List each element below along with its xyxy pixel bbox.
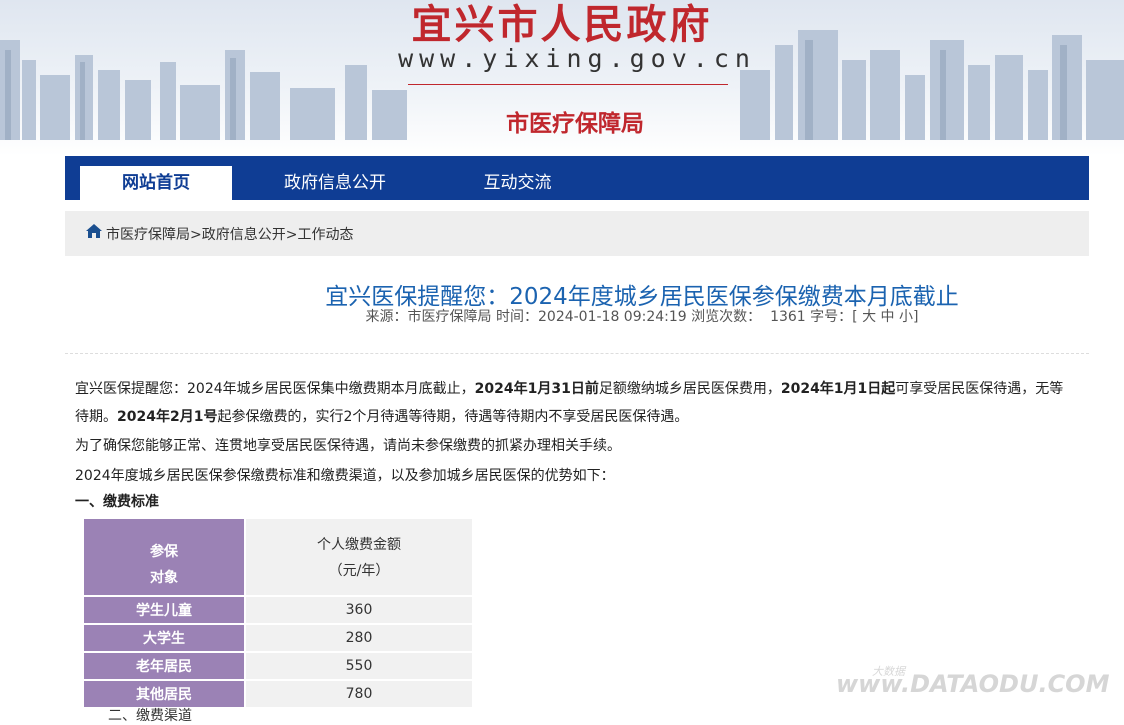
meta-views-label: 浏览次数：	[691, 309, 762, 325]
table-row: 其他居民 780	[82, 679, 474, 709]
header-amount: 个人缴费金额 （元/年）	[244, 517, 474, 597]
meta-time-label: 时间：	[496, 309, 538, 325]
meta-source: 市医疗保障局	[407, 309, 492, 325]
meta-views: 1361	[770, 309, 806, 325]
site-url: www.yixing.gov.cn	[398, 44, 756, 73]
font-size-large[interactable]: 大	[862, 309, 876, 325]
content-divider	[65, 353, 1089, 354]
row-label: 学生儿童	[82, 595, 246, 625]
breadcrumb-bar: 市医疗保障局>政府信息公开>工作动态	[65, 211, 1089, 256]
fee-table: 参保 对象 个人缴费金额 （元/年） 学生儿童 360 大学生 280 老年居民…	[82, 517, 474, 709]
row-label: 老年居民	[82, 651, 246, 681]
p1-text-c: 足额缴纳城乡居民医保费用，	[598, 381, 781, 397]
p1-date-feb: 2024年2月1号	[117, 409, 218, 425]
table-row: 学生儿童 360	[82, 595, 474, 625]
article-meta: 来源：市医疗保障局 时间：2024-01-18 09:24:19 浏览次数： 1…	[65, 306, 1124, 326]
header-insured-type: 参保 对象	[82, 517, 246, 597]
table-row: 大学生 280	[82, 623, 474, 653]
p1-text-g: 起参保缴费的，实行2个月待遇等待期，待遇等待期内不享受居民医保待遇。	[217, 409, 689, 425]
watermark-small-text: 大数据	[872, 665, 905, 678]
url-underline	[408, 84, 728, 85]
header-banner: 宜兴市人民政府 www.yixing.gov.cn 市医疗保障局	[0, 0, 1124, 156]
table-row: 老年居民 550	[82, 651, 474, 681]
paragraph-1: 宜兴医保提醒您：2024年城乡居民医保集中缴费期本月底截止，2024年1月31日…	[75, 375, 1075, 431]
row-value: 550	[244, 651, 474, 681]
paragraph-3: 2024年度城乡居民医保参保缴费标准和缴费渠道，以及参加城乡居民医保的优势如下：	[75, 468, 615, 484]
header-right-line2: （元/年）	[328, 563, 390, 579]
nav-home[interactable]: 网站首页	[80, 166, 232, 200]
row-value: 280	[244, 623, 474, 653]
site-title: 宜兴市人民政府	[411, 1, 713, 48]
nav-interaction[interactable]: 互动交流	[445, 166, 590, 200]
p1-date-start: 2024年1月1日起	[780, 381, 896, 397]
watermark: 大数据 www.DATAODU.COM	[836, 665, 1109, 698]
p1-text-a: 宜兴医保提醒您：2024年城乡居民医保集中缴费期本月底截止，	[75, 381, 475, 397]
table-header-row: 参保 对象 个人缴费金额 （元/年）	[82, 517, 474, 597]
main-nav: 网站首页 政府信息公开 互动交流	[65, 156, 1089, 200]
meta-time: 2024-01-18 09:24:19	[538, 309, 687, 325]
meta-font-label: 字号：	[810, 309, 853, 325]
font-size-small[interactable]: 小	[899, 309, 913, 325]
meta-source-label: 来源：	[365, 309, 408, 325]
department-name: 市医疗保障局	[506, 111, 644, 137]
font-size-medium[interactable]: 中	[881, 309, 895, 325]
header-left-line2: 对象	[150, 570, 178, 586]
header-right-line1: 个人缴费金额	[317, 537, 401, 553]
row-value: 780	[244, 679, 474, 709]
font-bracket-close: ]	[912, 309, 919, 325]
nav-gov-info[interactable]: 政府信息公开	[255, 166, 415, 200]
font-bracket-open: [	[852, 309, 858, 325]
p1-date-deadline: 2024年1月31日前	[474, 381, 599, 397]
next-section-heading-partial: 二、缴费渠道	[108, 708, 192, 724]
row-label: 大学生	[82, 623, 246, 653]
header-left-line1: 参保	[150, 544, 178, 560]
row-label: 其他居民	[82, 679, 246, 709]
section-heading-fee-standard: 一、缴费标准	[75, 494, 159, 510]
paragraph-2: 为了确保您能够正常、连贯地享受居民医保待遇，请尚未参保缴费的抓紧办理相关手续。	[75, 438, 621, 454]
breadcrumb[interactable]: 市医疗保障局>政府信息公开>工作动态	[106, 224, 353, 244]
row-value: 360	[244, 595, 474, 625]
home-icon[interactable]	[85, 223, 103, 239]
